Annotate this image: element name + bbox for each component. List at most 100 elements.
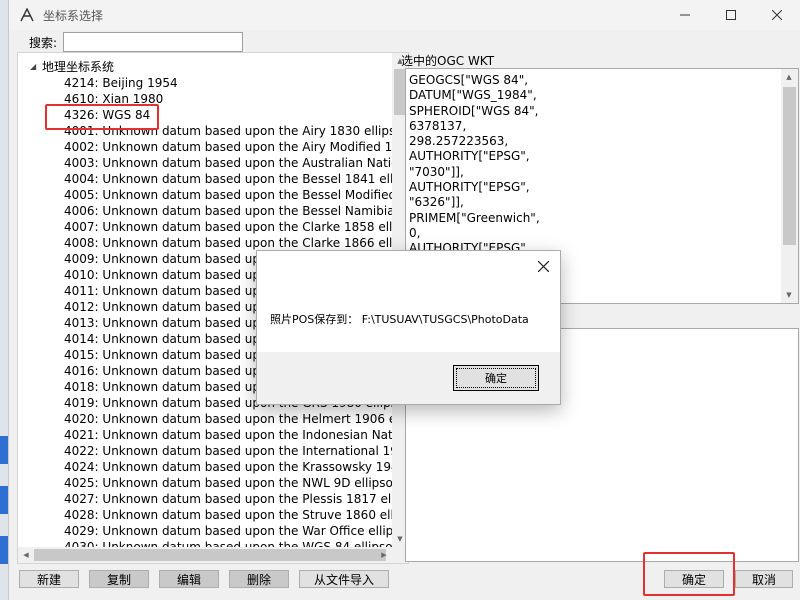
tree-item-name: Unknown datum based upon the Plessis 181…	[102, 492, 392, 506]
edit-button[interactable]: 编辑	[159, 570, 219, 588]
tree-item[interactable]: 4008: Unknown datum based upon the Clark…	[18, 235, 392, 251]
wkt-line: "6326"]],	[409, 195, 464, 210]
tree-item-name: Unknown datum based upon the Helmert 190…	[102, 412, 392, 426]
tree-item[interactable]: 4003: Unknown datum based upon the Austr…	[18, 155, 392, 171]
tree-item-name: Unknown datum based upon the Struve 1860…	[102, 508, 392, 522]
tree-item[interactable]: 4028: Unknown datum based upon the Struv…	[18, 507, 392, 523]
scroll-thumb[interactable]	[34, 549, 386, 561]
expand-arrow-icon[interactable]: ◢	[30, 59, 42, 75]
wkt-line: SPHEROID["WGS 84",	[409, 103, 539, 118]
messagebox-ok-label: 确定	[456, 368, 536, 388]
tree-item-code: 4021:	[64, 428, 99, 442]
messagebox-close-button[interactable]	[534, 257, 552, 275]
tree-item-code: 4015:	[64, 348, 99, 362]
tree-item[interactable]: 4002: Unknown datum based upon the Airy …	[18, 139, 392, 155]
tree-item-code: 4013:	[64, 316, 99, 330]
tree-item-code: 4002:	[64, 140, 99, 154]
wkt-line: 6378137,	[409, 118, 467, 133]
selection-highlight-box	[45, 104, 159, 130]
tree-item-name: Unknown datum based upon the Indonesian …	[102, 428, 392, 442]
maximize-button[interactable]	[708, 0, 754, 30]
tree-item-code: 4019:	[64, 396, 99, 410]
tree-item-code: 4007:	[64, 220, 99, 234]
wkt-line: 0,	[409, 225, 421, 240]
tree-item-code: 4006:	[64, 204, 99, 218]
new-button[interactable]: 新建	[19, 570, 79, 588]
close-icon	[537, 260, 549, 272]
tree-item[interactable]: 4214: Beijing 1954	[18, 75, 392, 91]
tree-item[interactable]: 4020: Unknown datum based upon the Helme…	[18, 411, 392, 427]
tree-item-code: 4003:	[64, 156, 99, 170]
scroll-right-icon[interactable]: ▶	[376, 547, 392, 563]
scroll-left-icon[interactable]: ◀	[18, 547, 34, 563]
tree-item-code: 4029:	[64, 524, 99, 538]
close-icon	[772, 10, 782, 20]
search-row: 搜索:	[29, 32, 244, 52]
wkt-text: GEOGCS["WGS 84", DATUM["WGS_1984", SPHEROI…	[406, 69, 798, 257]
tree-item[interactable]: 4027: Unknown datum based upon the Pless…	[18, 491, 392, 507]
window-title: 坐标系选择	[43, 8, 104, 23]
tree-item[interactable]: 4005: Unknown datum based upon the Besse…	[18, 187, 392, 203]
tree-item[interactable]: 4024: Unknown datum based upon the Krass…	[18, 459, 392, 475]
tree-item[interactable]: 4021: Unknown datum based upon the Indon…	[18, 427, 392, 443]
tree-item-name: Unknown datum based upon the Clarke 1858…	[102, 220, 392, 234]
title-bar: 坐标系选择	[9, 0, 800, 30]
close-button[interactable]	[754, 0, 800, 30]
tree-item-code: 4028:	[64, 508, 99, 522]
tree-item-name: Unknown datum based upon the Bessel Nami…	[102, 204, 392, 218]
tree-horizontal-scrollbar[interactable]: ◀ ▶	[18, 547, 392, 563]
message-box: 照片POS保存到： F:\TUSUAV\TUSGCS\PhotoData 确定	[256, 250, 561, 405]
wkt-line: "7030"]],	[409, 164, 464, 179]
tree-item-code: 4022:	[64, 444, 99, 458]
messagebox-ok-button[interactable]: 确定	[453, 365, 539, 391]
minimize-button[interactable]	[662, 0, 708, 30]
scroll-down-icon[interactable]: ▼	[781, 287, 797, 303]
tree-item-name: Unknown datum based upon the War Office …	[102, 524, 392, 538]
tree-item[interactable]: 4030: Unknown datum based upon the WGS 8…	[18, 539, 392, 547]
maximize-icon	[726, 10, 736, 20]
search-input[interactable]	[63, 32, 244, 52]
messagebox-text: 照片POS保存到： F:\TUSUAV\TUSGCS\PhotoData	[270, 313, 529, 326]
delete-button[interactable]: 删除	[229, 570, 289, 588]
tree-item-code: 4005:	[64, 188, 99, 202]
tree-item[interactable]: 4007: Unknown datum based upon the Clark…	[18, 219, 392, 235]
import-from-file-button[interactable]: 从文件导入	[299, 570, 389, 588]
cancel-button[interactable]: 取消	[735, 570, 793, 588]
tree-item-name: Unknown datum based upon the NWL 9D elli…	[102, 476, 392, 490]
tree-item-code: 4011:	[64, 284, 99, 298]
wkt-line: DATUM["WGS_1984",	[409, 88, 537, 103]
tree-item[interactable]: 4006: Unknown datum based upon the Besse…	[18, 203, 392, 219]
wkt-line: AUTHORITY["EPSG",	[409, 180, 530, 195]
tree-item-code: 4010:	[64, 268, 99, 282]
tree-item[interactable]: 4004: Unknown datum based upon the Besse…	[18, 171, 392, 187]
ok-highlight-box	[643, 552, 735, 596]
tree-item-name: Beijing 1954	[102, 76, 178, 90]
wkt-label: 选中的OGC WKT	[401, 54, 495, 68]
minimize-icon	[680, 14, 690, 16]
tree-item[interactable]: 4025: Unknown datum based upon the NWL 9…	[18, 475, 392, 491]
tree-item-name: Unknown datum based upon the WGS 84 elli…	[102, 540, 392, 547]
scroll-thumb[interactable]	[783, 87, 796, 245]
wkt-scrollbar[interactable]: ▲ ▼	[781, 69, 798, 303]
tree-root-node[interactable]: ◢ 地理坐标系统	[18, 59, 392, 75]
tree-item-code: 4027:	[64, 492, 99, 506]
wkt-line: GEOGCS["WGS 84",	[409, 73, 529, 87]
tree-item-name: Unknown datum based upon the Clarke 1866…	[102, 236, 392, 250]
tree-item-name: Unknown datum based upon the Internation…	[102, 444, 392, 458]
tree-item-code: 4014:	[64, 332, 99, 346]
tree-item-code: 4016:	[64, 364, 99, 378]
search-label: 搜索:	[29, 35, 58, 50]
tree-root-label: 地理坐标系统	[42, 60, 115, 74]
tree-item-code: 4020:	[64, 412, 99, 426]
tree-item-name: Unknown datum based upon the Airy Modifi…	[102, 140, 392, 154]
scroll-up-icon[interactable]: ▲	[781, 69, 797, 85]
wkt-line: PRIMEM["Greenwich",	[409, 210, 540, 225]
copy-button[interactable]: 复制	[89, 570, 149, 588]
tree-item-code: 4024:	[64, 460, 99, 474]
tree-item-code: 4025:	[64, 476, 99, 490]
tree-item[interactable]: 4029: Unknown datum based upon the War O…	[18, 523, 392, 539]
tree-item[interactable]: 4022: Unknown datum based upon the Inter…	[18, 443, 392, 459]
tree-item-code: 4009:	[64, 252, 99, 266]
tree-item-code: 4008:	[64, 236, 99, 250]
tree-item-name: Unknown datum based upon the Bessel Modi…	[102, 188, 392, 202]
